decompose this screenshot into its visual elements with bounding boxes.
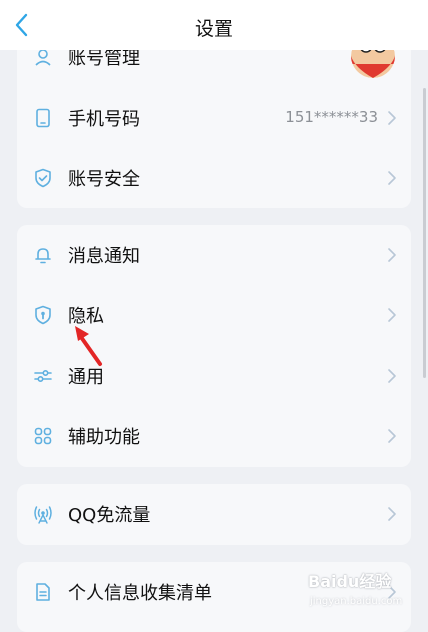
row-label: 个人信息收集清单 [68,583,212,604]
row-label: 账号安全 [68,169,140,190]
chevron-right-icon [388,248,396,262]
data-saver-group: QQ免流量 [17,484,411,545]
phone-icon [36,108,50,128]
chevron-right-icon [388,429,396,443]
scrollbar[interactable] [423,88,426,378]
top-bar: 设置 [0,0,428,50]
sliders-icon [34,370,52,383]
document-icon [36,583,50,601]
row-label: 辅助功能 [68,427,140,448]
phone-value: 151******33 [285,108,378,126]
shield-check-icon [35,168,51,188]
annotation-arrow-icon [75,326,102,366]
chevron-right-icon [388,111,396,125]
watermark-logo: Baidu经验 jingyan.baidu.com [308,568,418,610]
row-account-security[interactable]: 账号安全 [17,148,411,208]
row-notifications[interactable]: 消息通知 [17,225,411,286]
chevron-right-icon [388,171,396,185]
watermark-subtext: jingyan.baidu.com [310,596,403,607]
privacy-shield-icon [35,305,51,325]
row-label: 手机号码 [68,109,140,130]
row-accessibility[interactable]: 辅助功能 [17,406,411,467]
chevron-right-icon [388,507,396,521]
signal-icon [34,506,52,524]
chevron-right-icon [388,369,396,383]
chevron-right-icon [388,308,396,322]
user-icon [35,49,51,66]
row-label: QQ免流量 [68,505,151,526]
watermark-text: Baidu经验 [308,572,392,591]
account-group: 账号管理 手机号码 151******33 账号安全 [17,28,411,208]
page-title: 设置 [194,18,233,40]
grid-icon [34,427,52,445]
bell-icon [35,248,51,264]
row-label: 消息通知 [68,246,140,267]
row-qq-free-data[interactable]: QQ免流量 [17,484,411,545]
row-phone-number[interactable]: 手机号码 151******33 [17,88,411,149]
